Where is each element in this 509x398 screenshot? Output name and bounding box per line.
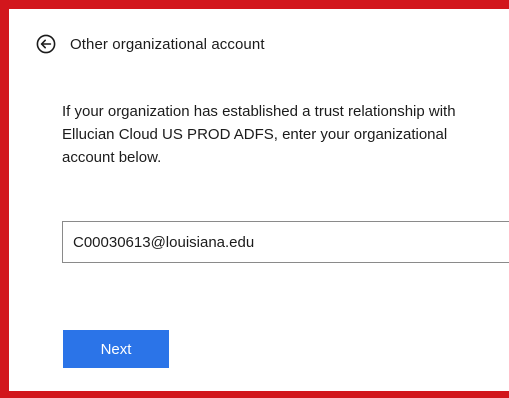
instructions-text: If your organization has established a t… [62,103,456,166]
back-link-label: Other organizational account [70,35,265,53]
organizational-account-input[interactable] [62,221,509,263]
highlight-frame: Other organizational account If your org… [0,0,509,398]
arrow-left-circle-icon[interactable] [36,34,56,54]
next-button[interactable]: Next [63,330,169,368]
back-link[interactable]: Other organizational account [36,34,265,54]
